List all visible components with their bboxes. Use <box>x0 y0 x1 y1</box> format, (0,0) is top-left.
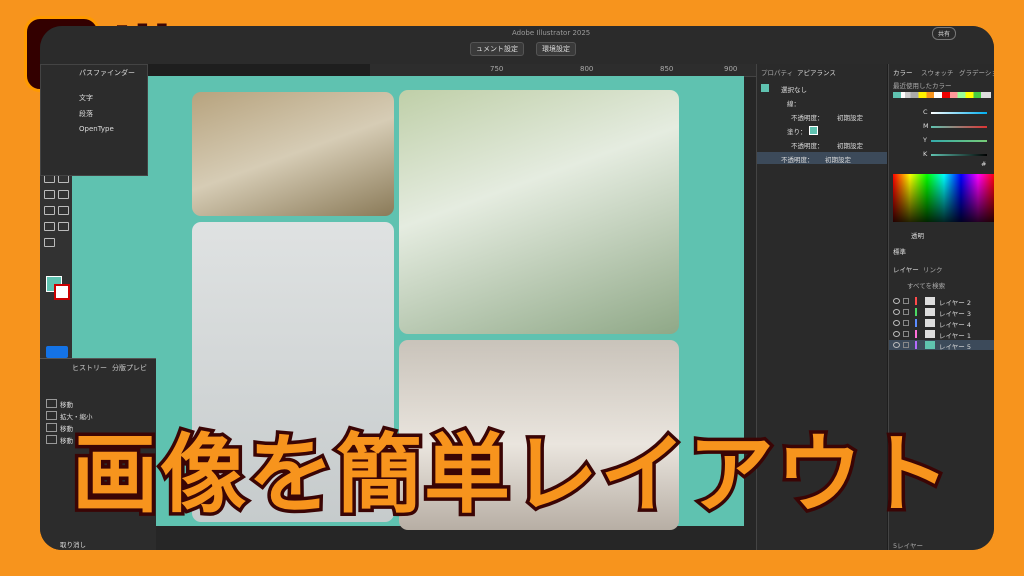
layer-row[interactable]: レイヤー 4 <box>889 318 994 329</box>
tab-transparency[interactable]: 透明 <box>911 230 924 240</box>
tab-appearance[interactable]: アピアランス <box>797 67 836 77</box>
ruler-tick: 800 <box>580 65 594 73</box>
stroke-opacity-label[interactable]: 不透明度： <box>791 112 824 122</box>
layer-name[interactable]: レイヤー 1 <box>939 330 971 340</box>
appearance-thumbnail <box>761 84 769 92</box>
layer-color-bar <box>915 330 917 338</box>
layer-row[interactable]: レイヤー 1 <box>889 329 994 340</box>
tab-layers[interactable]: レイヤー <box>893 264 919 274</box>
lock-icon[interactable] <box>903 320 909 326</box>
ruler-tick: 850 <box>660 65 674 73</box>
zoom-tool-icon[interactable] <box>44 238 55 247</box>
edit-toolbar-button[interactable] <box>46 346 68 358</box>
layer-thumbnail <box>925 297 935 305</box>
artboard-tool-icon[interactable] <box>58 206 69 215</box>
layer-thumbnail <box>925 308 935 316</box>
visibility-eye-icon[interactable] <box>893 309 900 315</box>
fill-opacity-value[interactable]: 初期設定 <box>837 140 863 150</box>
layer-thumbnail <box>925 330 935 338</box>
character-panel-item[interactable]: 文字 <box>79 93 93 103</box>
tab-swatches[interactable]: スウォッチ <box>921 67 954 77</box>
tab-separations-preview[interactable]: 分版プレビ <box>112 363 147 373</box>
layers-search[interactable]: すべてを検索 <box>907 280 945 290</box>
layer-thumbnail <box>925 341 935 349</box>
stroke-opacity-value[interactable]: 初期設定 <box>837 112 863 122</box>
channel-k-label: K <box>923 150 928 158</box>
undo-button[interactable]: 取り消し <box>60 539 86 549</box>
recent-colors-label: 最近使用したカラー <box>893 82 952 90</box>
layer-row[interactable]: レイヤー 3 <box>889 307 994 318</box>
visibility-eye-icon[interactable] <box>893 298 900 304</box>
lock-icon[interactable] <box>903 331 909 337</box>
tab-history[interactable]: ヒストリー <box>72 363 107 373</box>
cyan-slider[interactable] <box>931 112 987 114</box>
document-setup-button[interactable]: ュメント設定 <box>470 42 524 56</box>
hex-label: # <box>981 160 987 168</box>
layer-thumbnail <box>925 319 935 327</box>
blend-mode-select[interactable]: 標準 <box>893 246 906 256</box>
pathfinder-panel: パスファインダー 文字 段落 OpenType <box>40 64 148 176</box>
fill-swatch[interactable] <box>809 126 818 135</box>
stroke-color-swatch[interactable] <box>54 284 70 300</box>
selection-label: 選択なし <box>781 86 807 94</box>
photo-man-laptop[interactable] <box>399 90 679 334</box>
channel-y-label: Y <box>923 136 927 144</box>
opentype-panel-item[interactable]: OpenType <box>79 125 114 133</box>
recent-colors-strip[interactable] <box>893 92 991 98</box>
blend-tool-icon[interactable] <box>58 190 69 199</box>
pathfinder-tab[interactable]: パスファインダー <box>79 68 135 78</box>
layer-name[interactable]: レイヤー 3 <box>939 308 971 318</box>
layer-color-bar <box>915 319 917 327</box>
share-button[interactable]: 共有 <box>931 27 956 40</box>
opacity-label[interactable]: 不透明度： <box>781 154 814 164</box>
layer-name[interactable]: レイヤー 2 <box>939 297 971 307</box>
yellow-slider[interactable] <box>931 140 987 142</box>
layer-row[interactable]: レイヤー 2 <box>889 296 994 307</box>
fill-label[interactable]: 塗り： <box>787 126 807 136</box>
hand-tool-icon[interactable] <box>58 222 69 231</box>
stroke-label[interactable]: 線： <box>787 98 800 108</box>
color-spectrum[interactable] <box>893 174 994 222</box>
channel-m-label: M <box>923 122 929 130</box>
tab-links[interactable]: リンク <box>923 264 943 274</box>
preferences-button[interactable]: 環境設定 <box>536 42 576 56</box>
slice-tool-icon[interactable] <box>44 222 55 231</box>
lock-icon[interactable] <box>903 298 909 304</box>
layer-name[interactable]: レイヤー 4 <box>939 319 971 329</box>
lock-icon[interactable] <box>903 309 909 315</box>
ruler-tick: 750 <box>490 65 504 73</box>
eyedropper-icon[interactable] <box>44 190 55 199</box>
black-slider[interactable] <box>931 154 987 156</box>
layer-name[interactable]: レイヤー 5 <box>939 341 971 351</box>
tab-gradient[interactable]: グラデーショ <box>959 67 994 77</box>
fill-opacity-label[interactable]: 不透明度： <box>791 140 824 150</box>
ruler-tick: 900 <box>724 65 738 73</box>
opacity-value[interactable]: 初期設定 <box>825 154 851 164</box>
layer-color-bar <box>915 297 917 305</box>
graph-tool-icon[interactable] <box>44 206 55 215</box>
tab-color[interactable]: カラー <box>893 67 913 77</box>
photo-woman-outdoor[interactable] <box>192 92 394 216</box>
tab-properties[interactable]: プロパティ <box>761 67 793 77</box>
channel-c-label: C <box>923 108 928 116</box>
paragraph-panel-item[interactable]: 段落 <box>79 109 93 119</box>
layer-color-bar <box>915 341 917 349</box>
visibility-eye-icon[interactable] <box>893 320 900 326</box>
headline: 画像を簡単レイアウト <box>69 422 954 529</box>
top-toolbar: Adobe Illustrator 2025 共有 ュメント設定 環境設定 <box>40 26 994 64</box>
layer-row-selected[interactable]: レイヤー 5 <box>889 340 994 351</box>
window-title: Adobe Illustrator 2025 <box>512 29 591 37</box>
layer-color-bar <box>915 308 917 316</box>
opacity-row-selected[interactable] <box>757 152 887 164</box>
visibility-eye-icon[interactable] <box>893 331 900 337</box>
lock-icon[interactable] <box>903 342 909 348</box>
visibility-eye-icon[interactable] <box>893 342 900 348</box>
magenta-slider[interactable] <box>931 126 987 128</box>
layers-count: 5レイヤー <box>893 542 923 550</box>
